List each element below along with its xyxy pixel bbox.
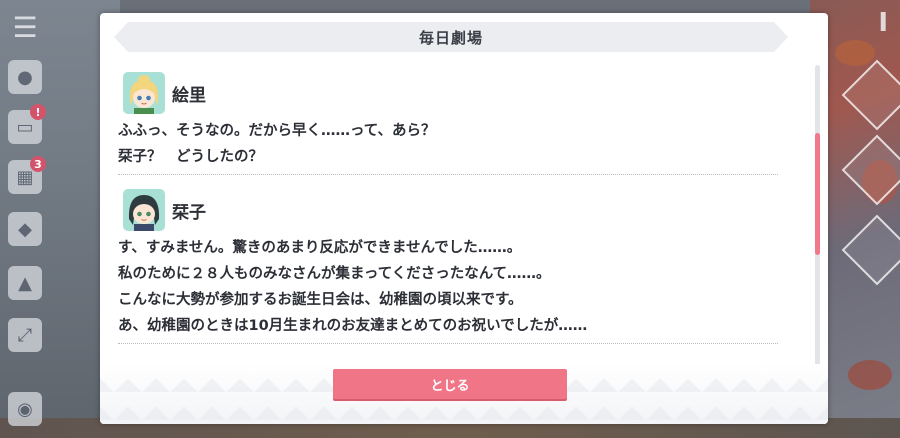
speaker-row: 栞子 <box>118 185 778 235</box>
dialogue-entry: 栞子 す、すみません。驚きのあまり反応ができませんでした……。 私のために２８人… <box>118 185 778 344</box>
expand-icon[interactable]: ⤢ <box>8 318 42 352</box>
entry-divider <box>118 174 778 175</box>
chat-icon[interactable]: ● <box>8 60 42 94</box>
gift-count-badge: 3 <box>30 156 46 172</box>
scrollbar-track[interactable] <box>815 65 820 379</box>
speaker-row: 絵里 <box>118 68 778 118</box>
dialogue-line: こんなに大勢が参加するお誕生日会は、幼稚園の頃以来です。 <box>118 292 523 308</box>
dialogue-line: あ、幼稚園のときは10月生まれのお友達まとめてのお祝いでしたが…… <box>118 318 588 334</box>
dialogue-entry: 絵里 ふふっ、そうなの。だから早く……って、あら？ 栞子？ どうしたの？ <box>118 68 778 175</box>
shioriko-portrait-icon <box>123 189 165 231</box>
menu-icon[interactable]: ☰ <box>8 10 42 44</box>
diamond-icon[interactable]: ◆ <box>8 212 42 246</box>
dialogue-line: ふふっ、そうなの。だから早く……って、あら？ <box>118 123 436 139</box>
trophy-icon[interactable]: ▲ <box>8 266 42 300</box>
eli-portrait-icon <box>123 72 165 114</box>
profile-icon[interactable]: ◉ <box>8 392 42 426</box>
speaker-name: 絵里 <box>172 85 206 106</box>
notification-badge: ! <box>30 104 46 120</box>
dialogue-line: す、すみません。驚きのあまり反応ができませんでした……。 <box>118 240 522 256</box>
dialogue-line: 栞子？ どうしたの？ <box>118 149 263 165</box>
entry-divider <box>118 343 778 344</box>
dialog-title-bar: 毎日劇場 <box>114 22 788 52</box>
scrollbar-thumb[interactable] <box>815 133 820 255</box>
autumn-leaves <box>848 360 892 390</box>
autumn-leaves <box>835 40 875 66</box>
right-corner-icon: Ⅰ <box>878 8 888 38</box>
dialogue-log[interactable]: 絵里 ふふっ、そうなの。だから早く……って、あら？ 栞子？ どうしたの？ 栞子 … <box>118 68 778 373</box>
close-button[interactable]: とじる <box>333 369 567 399</box>
dialogue-line: 私のために２８人ものみなさんが集まってくださったなんて……。 <box>118 266 551 282</box>
dialog-title: 毎日劇場 <box>418 28 483 47</box>
speaker-name: 栞子 <box>172 202 206 223</box>
daily-theater-dialog: 毎日劇場 絵里 ふふっ、そうなの。だから早く……って、あら？ 栞子？ どうしたの… <box>100 13 828 424</box>
